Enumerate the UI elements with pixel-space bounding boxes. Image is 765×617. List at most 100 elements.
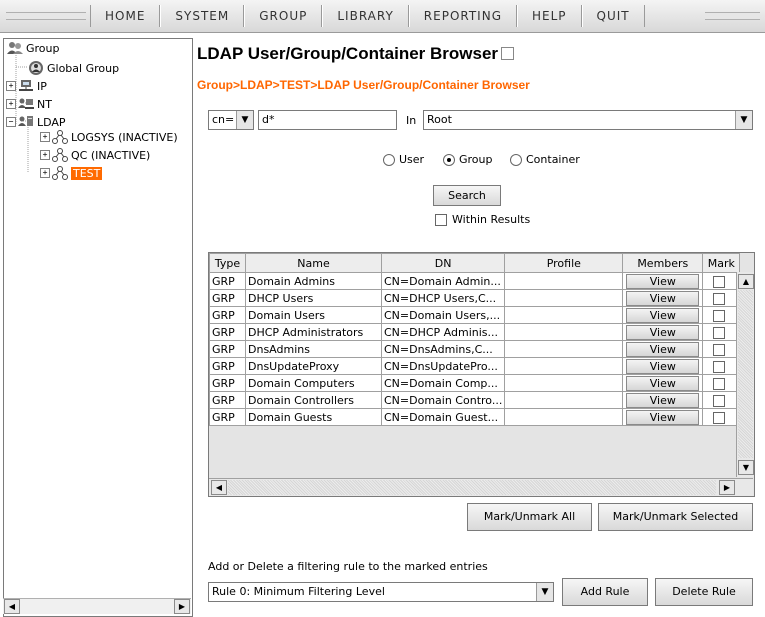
column-header-type[interactable]: Type (209, 253, 246, 273)
cell-mark (702, 323, 741, 341)
expand-icon[interactable]: + (40, 168, 50, 178)
cell-profile (504, 357, 624, 375)
menu-library[interactable]: LIBRARY (322, 5, 409, 27)
tree-node-nt[interactable]: + NT (6, 97, 52, 111)
attribute-select[interactable]: cn= ▼ (208, 110, 254, 130)
table-row[interactable]: GRP DHCP Administrators CN=DHCP Adminis.… (209, 323, 741, 341)
view-members-button[interactable]: View (626, 392, 700, 408)
menu-reporting[interactable]: REPORTING (408, 5, 517, 27)
view-members-button[interactable]: View (626, 324, 700, 340)
tree-label-ip: IP (37, 79, 47, 93)
column-header-dn[interactable]: DN (380, 253, 506, 273)
scope-select[interactable]: Root ▼ (423, 110, 753, 130)
radio-user-circle[interactable] (383, 154, 395, 166)
cell-mark (702, 391, 741, 409)
table-row[interactable]: GRP Domain Controllers CN=Domain Contro.… (209, 391, 741, 409)
view-members-button[interactable]: View (626, 307, 700, 323)
menu-quit[interactable]: QUIT (581, 5, 645, 27)
view-members-button[interactable]: View (626, 358, 700, 374)
vertical-scroll-track[interactable] (738, 290, 753, 458)
scroll-up-icon[interactable]: ▲ (738, 274, 754, 289)
network-nt-icon (18, 98, 34, 109)
scroll-right-icon[interactable]: ▶ (719, 480, 735, 495)
results-horizontal-scrollbar[interactable]: ◀ ▶ (209, 478, 753, 496)
page-title-text: LDAP User/Group/Container Browser (197, 44, 499, 63)
tree-horizontal-scrollbar[interactable]: ◀ ▶ (3, 598, 191, 614)
attribute-select-value: cn= (212, 113, 235, 126)
tree-node-logsys[interactable]: + LOGSYS (INACTIVE) (40, 130, 178, 144)
view-members-button[interactable]: View (626, 409, 700, 425)
tree-node-global-group[interactable]: Global Group (28, 60, 119, 76)
view-members-button[interactable]: View (626, 273, 700, 289)
table-row[interactable]: GRP Domain Admins CN=Domain Admin... Vie… (209, 272, 741, 290)
tree-node-group[interactable]: Group (7, 41, 60, 55)
radio-container-circle[interactable] (510, 154, 522, 166)
mark-checkbox[interactable] (712, 275, 725, 288)
tree-node-qc[interactable]: + QC (INACTIVE) (40, 148, 150, 162)
search-button[interactable]: Search (433, 185, 501, 206)
table-row[interactable]: GRP DnsAdmins CN=DnsAdmins,C... View (209, 340, 741, 358)
scroll-left-icon[interactable]: ◀ (211, 480, 227, 495)
table-row[interactable]: GRP Domain Users CN=Domain Users,... Vie… (209, 306, 741, 324)
mark-checkbox[interactable] (712, 343, 725, 356)
radio-group[interactable]: Group (443, 153, 493, 166)
expand-icon[interactable]: + (40, 132, 50, 142)
radio-group-circle[interactable] (443, 154, 455, 166)
tree-node-ldap[interactable]: − LDAP (6, 115, 66, 129)
within-results-checkbox[interactable] (435, 214, 447, 226)
expand-icon[interactable]: + (6, 99, 16, 109)
radio-container[interactable]: Container (510, 153, 580, 166)
cell-type: GRP (209, 289, 246, 307)
mark-checkbox[interactable] (712, 360, 725, 373)
menu-help[interactable]: HELP (517, 5, 582, 27)
mark-checkbox[interactable] (712, 292, 725, 305)
radio-container-label: Container (526, 153, 580, 166)
column-header-members[interactable]: Members (622, 253, 704, 273)
chevron-down-icon[interactable]: ▼ (236, 111, 253, 129)
collapse-icon[interactable]: − (6, 117, 16, 127)
column-header-profile[interactable]: Profile (504, 253, 624, 273)
chevron-down-icon[interactable]: ▼ (536, 583, 553, 601)
results-vertical-scrollbar[interactable]: ▲ ▼ (736, 272, 754, 477)
add-rule-button[interactable]: Add Rule (562, 578, 648, 606)
column-header-name[interactable]: Name (245, 253, 382, 273)
rule-select[interactable]: Rule 0: Minimum Filtering Level ▼ (208, 582, 554, 602)
menu-system[interactable]: SYSTEM (160, 5, 245, 27)
mark-unmark-selected-button[interactable]: Mark/Unmark Selected (598, 503, 753, 531)
mark-checkbox[interactable] (712, 411, 725, 424)
mark-checkbox[interactable] (712, 377, 725, 390)
tree-node-test[interactable]: + TEST (40, 166, 103, 180)
view-members-button[interactable]: View (626, 290, 700, 306)
within-results[interactable]: Within Results (435, 213, 530, 226)
table-row[interactable]: GRP Domain Guests CN=Domain Guest... Vie… (209, 408, 741, 426)
radio-user[interactable]: User (383, 153, 424, 166)
view-members-button[interactable]: View (626, 375, 700, 391)
help-icon[interactable] (501, 47, 515, 61)
menu-home[interactable]: HOME (90, 5, 161, 27)
expand-icon[interactable]: + (6, 81, 16, 91)
horizontal-scroll-track[interactable] (228, 480, 716, 495)
menu-group[interactable]: GROUP (244, 5, 323, 27)
chevron-down-icon[interactable]: ▼ (735, 111, 752, 129)
delete-rule-button[interactable]: Delete Rule (655, 578, 753, 606)
tree-label-logsys: LOGSYS (INACTIVE) (71, 130, 178, 144)
search-input[interactable]: d* (258, 110, 397, 130)
scroll-down-icon[interactable]: ▼ (738, 460, 754, 475)
cell-mark (702, 408, 741, 426)
mark-checkbox[interactable] (712, 326, 725, 339)
mark-checkbox[interactable] (712, 309, 725, 322)
mark-checkbox[interactable] (712, 394, 725, 407)
tree-node-ip[interactable]: + IP (6, 79, 47, 93)
view-members-button[interactable]: View (626, 341, 700, 357)
table-row[interactable]: GRP DnsUpdateProxy CN=DnsUpdatePro... Vi… (209, 357, 741, 375)
mark-unmark-all-button[interactable]: Mark/Unmark All (467, 503, 592, 531)
column-header-mark[interactable]: Mark (702, 253, 741, 273)
breadcrumb[interactable]: Group>LDAP>TEST>LDAP User/Group/Containe… (197, 78, 530, 92)
table-header-row: Type Name DN Profile Members Mark (209, 253, 741, 273)
expand-icon[interactable]: + (40, 150, 50, 160)
scroll-right-icon[interactable]: ▶ (174, 599, 190, 614)
table-row[interactable]: GRP DHCP Users CN=DHCP Users,C... View (209, 289, 741, 307)
table-row[interactable]: GRP Domain Computers CN=Domain Comp... V… (209, 374, 741, 392)
scroll-left-icon[interactable]: ◀ (4, 599, 20, 614)
tree-label-group: Group (26, 41, 60, 55)
